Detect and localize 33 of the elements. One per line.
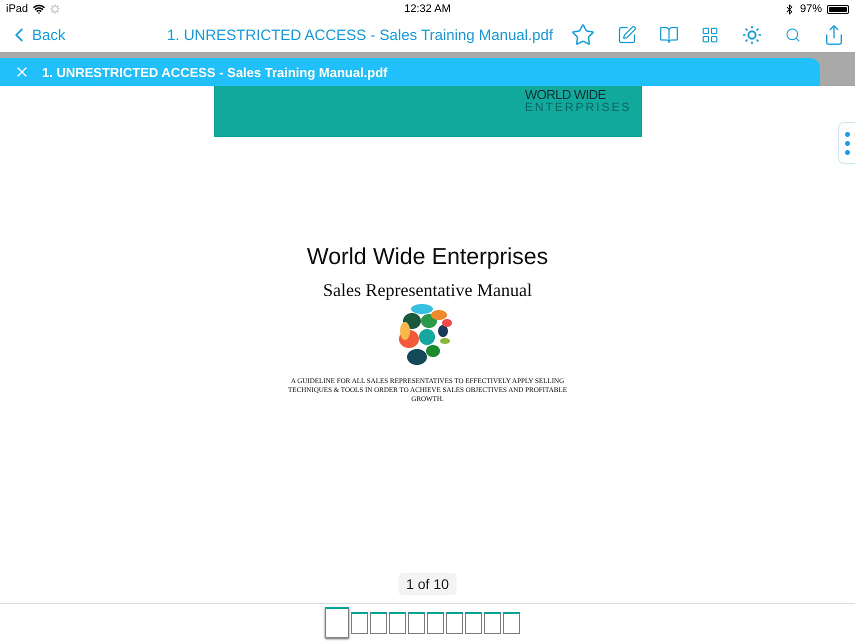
document-title: 1. UNRESTRICTED ACCESS - Sales Training Manual.pdf xyxy=(166,26,553,44)
clock-time: 12:32 AM xyxy=(404,3,451,15)
page-thumbnail[interactable] xyxy=(427,612,444,634)
side-menu-handle[interactable] xyxy=(838,122,855,164)
page-title: World Wide Enterprises xyxy=(306,243,548,270)
page-thumbnail[interactable] xyxy=(325,607,349,638)
wifi-icon xyxy=(33,3,46,15)
edit-icon[interactable] xyxy=(617,25,637,45)
activity-spinner-icon xyxy=(50,4,60,14)
grid-icon[interactable] xyxy=(701,26,719,44)
page-thumbnail[interactable] xyxy=(351,612,368,634)
share-icon[interactable] xyxy=(823,24,845,46)
search-icon[interactable] xyxy=(785,27,801,43)
logo-text: WORLD WIDE xyxy=(524,88,606,101)
page-thumbnail[interactable] xyxy=(465,612,482,634)
page-thumbnail[interactable] xyxy=(389,612,406,634)
brightness-icon[interactable] xyxy=(741,24,763,46)
book-icon[interactable] xyxy=(659,25,679,45)
battery-icon xyxy=(827,4,849,14)
page-thumbnail[interactable] xyxy=(484,612,501,634)
logo-subtext: ENTERPRISES xyxy=(524,101,632,113)
device-name: iPad xyxy=(6,3,28,15)
back-button[interactable]: Back xyxy=(8,24,66,46)
battery-percentage: 97% xyxy=(800,3,822,15)
bluetooth-icon xyxy=(784,4,795,14)
page-thumbnail[interactable] xyxy=(370,612,387,634)
star-icon[interactable] xyxy=(571,23,595,47)
page-thumbnail[interactable] xyxy=(446,612,463,634)
document-tab[interactable]: 1. UNRESTRICTED ACCESS - Sales Training Manual.pdf xyxy=(0,58,820,86)
page-subtitle: Sales Representative Manual xyxy=(323,280,532,301)
page-indicator: 1 of 10 xyxy=(398,573,457,595)
page-thumbnail[interactable] xyxy=(408,612,425,634)
page-thumbnail[interactable] xyxy=(503,612,520,634)
